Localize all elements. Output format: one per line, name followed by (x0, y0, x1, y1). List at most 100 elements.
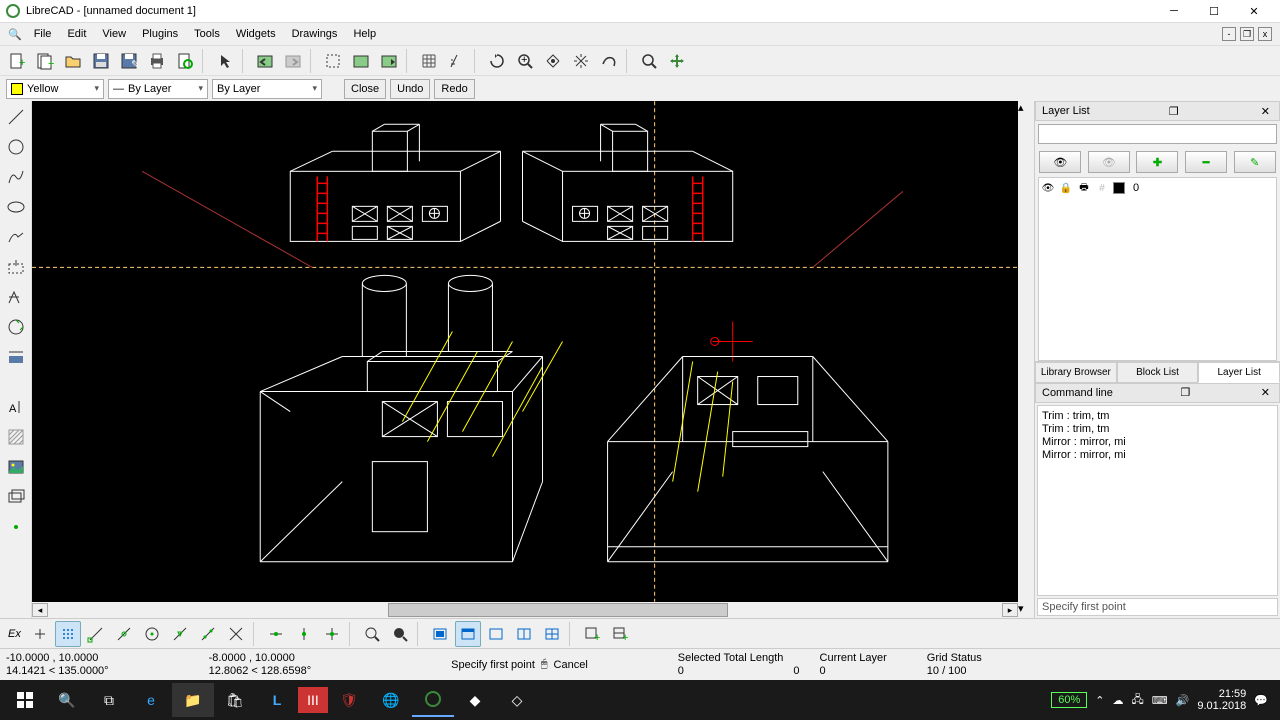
zoom-prev-button[interactable] (596, 48, 622, 74)
taskbar-app-edge[interactable]: e (130, 683, 172, 717)
snap-intersection-button[interactable] (223, 621, 249, 647)
windows-taskbar[interactable]: 🔍 ⧉ e 📁 🛍 L III 🛡 🌐 ◆ ◇ 60% ⌃ ☁ 🖧 ⌨ 🔊 21… (0, 680, 1280, 720)
ucs-button-3[interactable] (483, 621, 509, 647)
menu-help[interactable]: Help (345, 25, 384, 43)
taskbar-app-misc2[interactable]: ◇ (496, 683, 538, 717)
layer-list[interactable]: 👁 🔒 🖶 # 0 (1038, 177, 1277, 361)
eye-icon[interactable]: 👁 (1041, 181, 1055, 195)
new-template-button[interactable]: + (32, 48, 58, 74)
restrict-ortho-button[interactable] (291, 621, 317, 647)
ucs-button-4[interactable] (511, 621, 537, 647)
snap-entity-button[interactable] (111, 621, 137, 647)
menu-drawings[interactable]: Drawings (284, 25, 346, 43)
command-input[interactable]: Specify first point (1037, 598, 1278, 616)
paste-button[interactable] (376, 48, 402, 74)
close-window-button[interactable]: ✕ (1234, 0, 1274, 22)
taskbar-app-shield[interactable]: 🛡 (328, 683, 370, 717)
line-tool[interactable] (4, 105, 28, 129)
menu-file[interactable]: File (26, 25, 60, 43)
snap-endpoint-button[interactable] (83, 621, 109, 647)
search-button[interactable]: 🔍 (46, 683, 88, 717)
linetype-combo[interactable]: — By Layer (108, 79, 208, 99)
snap-distance-button[interactable] (195, 621, 221, 647)
scroll-left-arrow[interactable]: ◂ (32, 603, 48, 617)
scroll-down-arrow[interactable]: ▾ (1018, 602, 1034, 618)
tray-network-icon[interactable]: 🖧 (1132, 691, 1144, 710)
command-history[interactable]: Trim : trim, tm Trim : trim, tm Mirror :… (1037, 405, 1278, 597)
scroll-thumb[interactable] (388, 603, 728, 617)
mdi-restore-button[interactable]: ❐ (1240, 27, 1254, 41)
modify-tool[interactable] (4, 315, 28, 339)
draft-button[interactable] (444, 48, 470, 74)
image-tool[interactable] (4, 455, 28, 479)
zoom-redraw-button[interactable] (484, 48, 510, 74)
taskbar-app-librecad[interactable] (412, 683, 454, 717)
taskbar-app-explorer[interactable]: 📁 (172, 683, 214, 717)
grid-button[interactable] (416, 48, 442, 74)
menu-widgets[interactable]: Widgets (228, 25, 284, 43)
hatch-tool[interactable] (4, 425, 28, 449)
close-polyline-button[interactable]: Close (344, 79, 386, 99)
grid-plus2-button[interactable]: + (607, 621, 633, 647)
clock-date[interactable]: 9.01.2018 (1197, 700, 1246, 712)
taskbar-app-launcher[interactable]: L (256, 683, 298, 717)
select-tool[interactable] (4, 255, 28, 279)
tray-up-icon[interactable]: ⌃ (1095, 694, 1104, 707)
lock-icon[interactable]: 🔒 (1059, 181, 1073, 195)
zoom-out-button[interactable] (540, 48, 566, 74)
notifications-button[interactable]: 💬 (1254, 694, 1268, 707)
construction-icon[interactable]: # (1095, 181, 1109, 195)
snap-center-button[interactable] (139, 621, 165, 647)
maximize-button[interactable]: ☐ (1194, 0, 1234, 22)
relative-zero-lock-button[interactable] (359, 621, 385, 647)
battery-indicator[interactable]: 60% (1051, 692, 1087, 708)
layer-show-all-button[interactable]: 👁 (1039, 151, 1081, 173)
zoom-auto-button[interactable] (568, 48, 594, 74)
layer-row[interactable]: 👁 🔒 🖶 # 0 (1039, 178, 1276, 198)
open-button[interactable] (60, 48, 86, 74)
copy-button[interactable] (348, 48, 374, 74)
tab-layer-list[interactable]: Layer List (1198, 362, 1280, 383)
layer-panel-float-button[interactable]: ❐ (1166, 105, 1182, 118)
print-icon[interactable]: 🖶 (1077, 181, 1091, 195)
polyline-tool[interactable] (4, 225, 28, 249)
restrict-horizontal-button[interactable] (319, 621, 345, 647)
mdi-minimize-button[interactable]: - (1222, 27, 1236, 41)
zoom-pan-button[interactable] (664, 48, 690, 74)
minimize-button[interactable]: ─ (1154, 0, 1194, 22)
menu-plugins[interactable]: Plugins (134, 25, 186, 43)
scroll-right-arrow[interactable]: ▸ (1002, 603, 1018, 617)
layer-filter-input[interactable] (1038, 124, 1277, 144)
tray-cloud-icon[interactable]: ☁ (1113, 694, 1124, 707)
vertical-scrollbar[interactable]: ▴ ▾ (1018, 101, 1034, 618)
grid-plus-button[interactable]: + (579, 621, 605, 647)
print-button[interactable] (144, 48, 170, 74)
layer-color-swatch[interactable] (1113, 182, 1125, 194)
task-view-button[interactable]: ⧉ (88, 683, 130, 717)
redo-button[interactable] (280, 48, 306, 74)
zoom-in-button[interactable]: + (512, 48, 538, 74)
save-button[interactable] (88, 48, 114, 74)
layer-remove-button[interactable]: ━ (1185, 151, 1227, 173)
tray-lang-icon[interactable]: ⌨ (1152, 694, 1168, 707)
new-file-button[interactable]: + (4, 48, 30, 74)
redo-segment-button[interactable]: Redo (434, 79, 474, 99)
ellipse-tool[interactable] (4, 195, 28, 219)
dimension-tool[interactable] (4, 285, 28, 309)
layer-edit-button[interactable]: ✎ (1234, 151, 1276, 173)
ucs-button-1[interactable] (427, 621, 453, 647)
exclusive-snap-button[interactable]: Ex (4, 621, 25, 647)
circle-tool[interactable] (4, 135, 28, 159)
undo-button[interactable] (252, 48, 278, 74)
clock-time[interactable]: 21:59 (1197, 688, 1246, 700)
snap-middle-button[interactable] (167, 621, 193, 647)
color-combo[interactable]: Yellow (6, 79, 104, 99)
start-button[interactable] (4, 683, 46, 717)
ucs-button-5[interactable] (539, 621, 565, 647)
menu-tools[interactable]: Tools (186, 25, 228, 43)
cut-button[interactable] (320, 48, 346, 74)
select-button[interactable] (212, 48, 238, 74)
layer-hide-all-button[interactable]: 👁 (1088, 151, 1130, 173)
curve-tool[interactable] (4, 165, 28, 189)
command-panel-close-button[interactable]: ✕ (1258, 386, 1273, 399)
